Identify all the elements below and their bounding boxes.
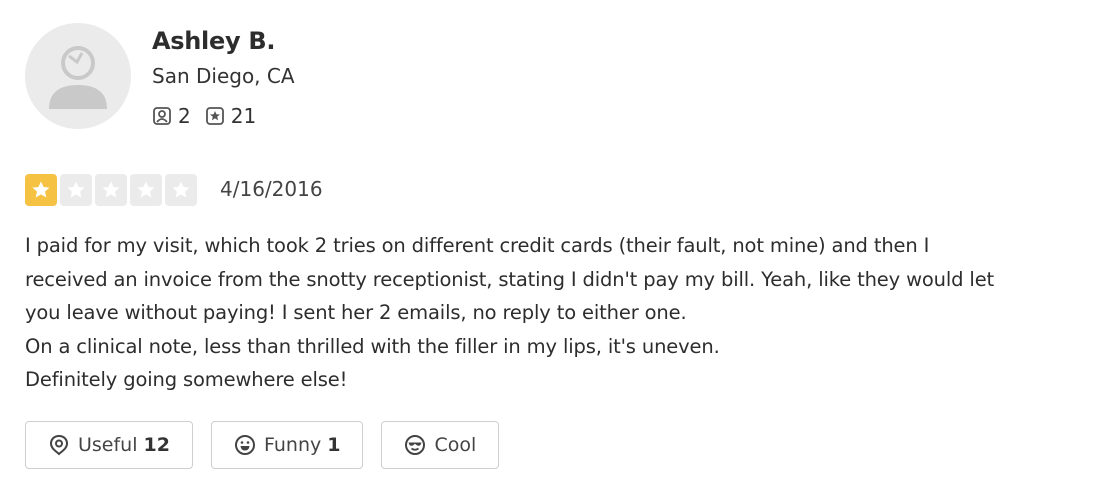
cool-button[interactable]: Cool (381, 421, 500, 469)
reviews-count: 21 (230, 104, 257, 128)
review-text-line: Definitely going somewhere else! (25, 368, 348, 391)
reviewer-stats: 2 21 (152, 104, 270, 128)
useful-icon (49, 434, 69, 456)
review-text-line: On a clinical note, less than thrilled w… (25, 334, 720, 358)
funny-label: Funny (263, 434, 322, 456)
star-icon (130, 174, 162, 206)
cool-icon (405, 435, 426, 455)
reaction-buttons: Useful 12 Funny 1 Cool (25, 421, 517, 469)
reviewer-avatar[interactable] (25, 23, 131, 129)
useful-button[interactable]: Useful 12 (25, 421, 193, 469)
friends-stat: 2 (152, 104, 191, 128)
review-text-line: received an invoice from the snotty rece… (25, 267, 995, 291)
default-user-avatar-icon (49, 46, 107, 109)
cool-label: Cool (434, 434, 477, 456)
useful-label: Useful (78, 434, 138, 456)
star-icon (25, 174, 57, 206)
funny-icon (234, 435, 255, 455)
reviews-stat: 21 (205, 104, 256, 128)
star-icon (95, 174, 127, 206)
friends-icon (153, 107, 171, 125)
review-text-line: you leave without paying! I sent her 2 e… (25, 301, 687, 324)
review-date: 4/16/2016 (220, 177, 323, 201)
review-text: I paid for my visit, which took 2 tries … (25, 229, 1114, 397)
funny-count: 1 (327, 434, 341, 456)
reviewer-name[interactable]: Ashley B. (152, 27, 275, 55)
star-icon (165, 174, 197, 206)
star-rating (25, 174, 200, 206)
reviewer-location: San Diego, CA (152, 64, 295, 88)
review-text-line: I paid for my visit, which took 2 tries … (25, 234, 930, 257)
star-badge-icon (205, 107, 224, 125)
useful-count: 12 (143, 434, 170, 456)
funny-button[interactable]: Funny 1 (210, 421, 364, 469)
friends-count: 2 (178, 104, 191, 128)
star-icon (60, 174, 92, 206)
